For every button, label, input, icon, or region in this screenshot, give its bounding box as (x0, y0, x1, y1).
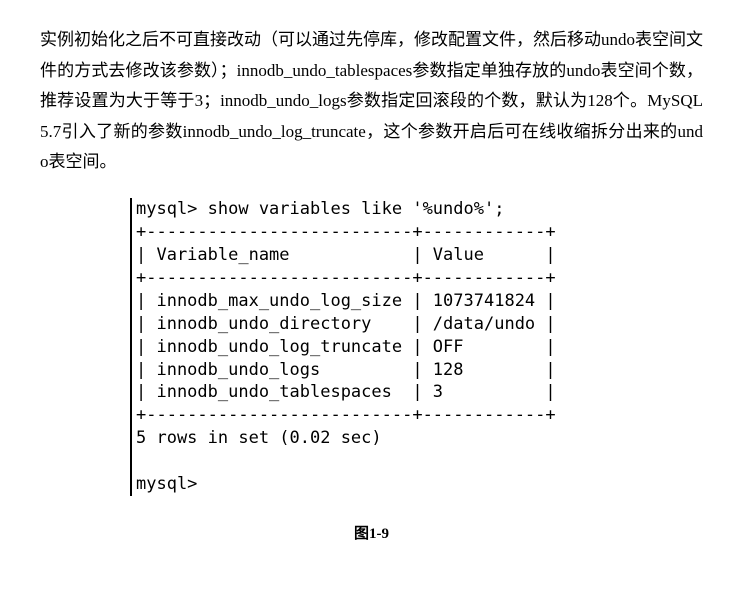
terminal-output: mysql> show variables like '%undo%'; +--… (130, 198, 703, 496)
body-paragraph: 实例初始化之后不可直接改动（可以通过先停库，修改配置文件，然后移动undo表空间… (40, 25, 703, 178)
figure-caption: 图1-9 (40, 521, 703, 548)
